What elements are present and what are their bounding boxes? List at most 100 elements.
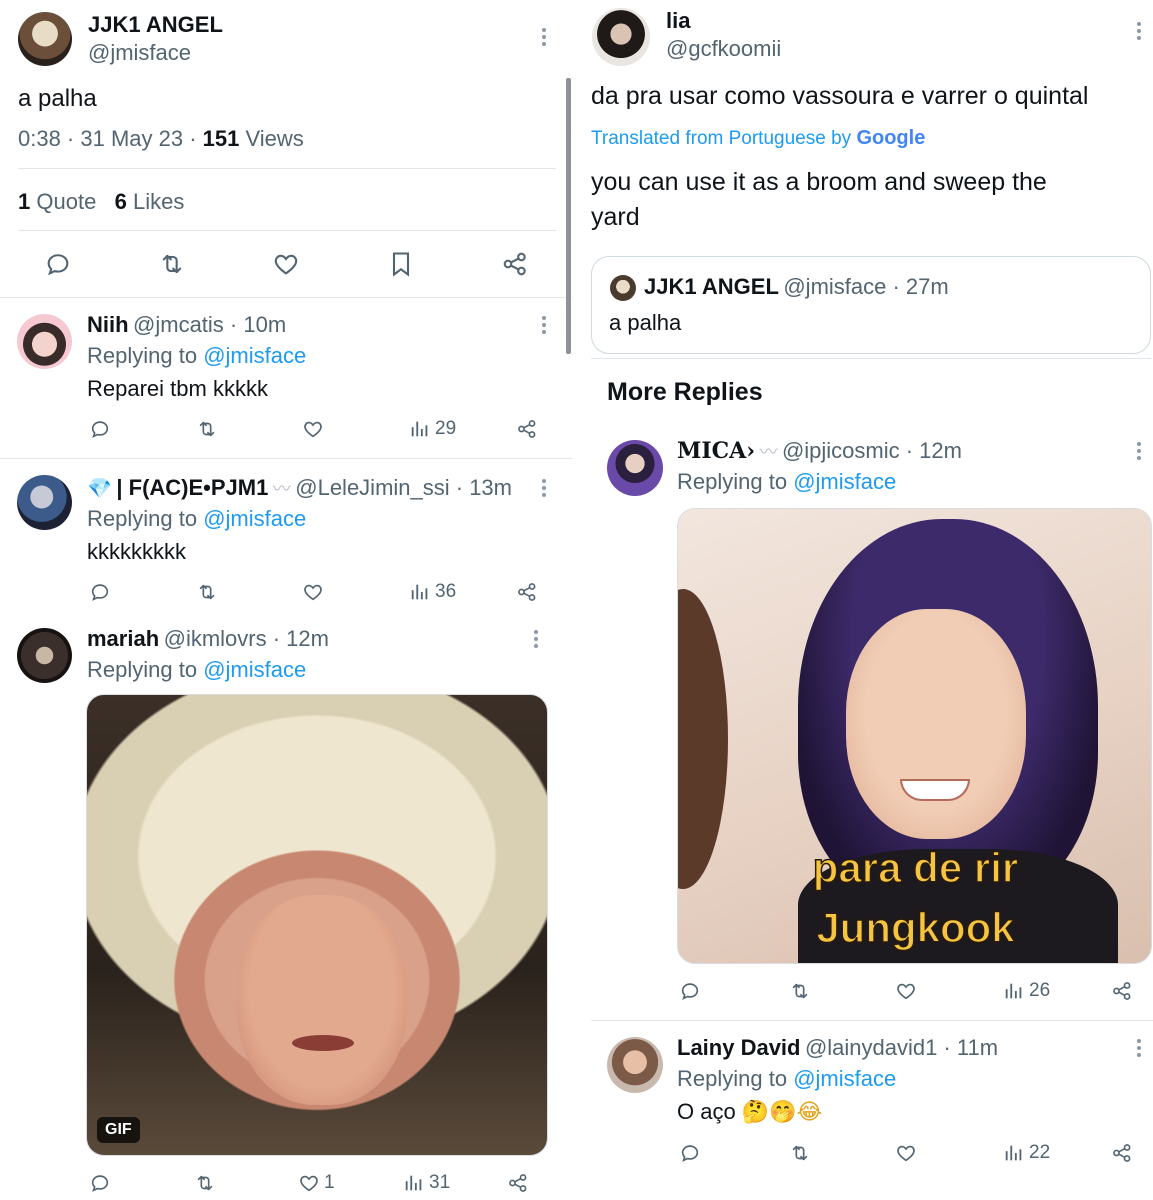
retweet-icon xyxy=(792,983,808,999)
share-button[interactable] xyxy=(501,250,529,278)
retweet-button[interactable] xyxy=(789,1142,811,1164)
replying-to-link[interactable]: @jmisface xyxy=(203,506,306,531)
share-icon xyxy=(1113,1144,1131,1162)
author-handle[interactable]: @jmcatis · 10m xyxy=(133,312,286,337)
retweet-button[interactable] xyxy=(196,581,218,603)
reply-button[interactable] xyxy=(679,980,701,1002)
author-handle[interactable]: @LeleJimin_ssi · 13m xyxy=(295,475,512,500)
reply-button[interactable] xyxy=(89,418,111,440)
face-shape xyxy=(237,895,407,1105)
author-name[interactable]: JJK1 ANGEL xyxy=(88,12,223,38)
author-handle[interactable]: @gcfkoomii xyxy=(666,36,781,62)
quoted-author-handle: @jmisface · 27m xyxy=(783,274,949,299)
more-options-icon[interactable] xyxy=(540,479,548,500)
author-handle[interactable]: @ipjicosmic · 12m xyxy=(782,438,962,463)
replying-to-link[interactable]: @jmisface xyxy=(793,1066,896,1091)
like-button[interactable] xyxy=(895,1142,917,1164)
retweet-button[interactable] xyxy=(196,418,218,440)
heart-icon xyxy=(897,983,915,1000)
like-button[interactable] xyxy=(302,418,324,440)
quoted-tweet[interactable]: JJK1 ANGEL @jmisface · 27m a palha xyxy=(591,256,1151,354)
author-handle[interactable]: @jmisface xyxy=(88,40,191,66)
views-button[interactable]: 29 xyxy=(409,418,456,440)
retweet-button[interactable] xyxy=(789,980,811,1002)
reply-icon xyxy=(681,983,699,1000)
views-count: 31 xyxy=(429,1172,451,1193)
reply-header: Lainy David @lainydavid1 · 11m xyxy=(677,1035,998,1061)
emoji-group: 🤔🤭😂 xyxy=(741,1100,823,1125)
share-button[interactable] xyxy=(516,418,538,440)
divider xyxy=(591,358,1151,359)
author-name[interactable]: MICA› xyxy=(677,438,755,464)
share-icon xyxy=(1113,982,1131,1000)
retweet-button[interactable] xyxy=(194,1172,216,1194)
heart-icon xyxy=(304,421,322,438)
views-button[interactable]: 36 xyxy=(409,581,456,603)
retweet-button[interactable] xyxy=(158,250,186,278)
tweet-timestamp[interactable]: 0:38 · 31 May 23 · xyxy=(18,126,203,151)
views-button[interactable]: 31 xyxy=(403,1172,450,1194)
views-label: Views xyxy=(239,126,304,151)
views-icon xyxy=(411,584,428,600)
more-options-icon[interactable] xyxy=(1135,22,1143,43)
reply-button[interactable] xyxy=(89,581,111,603)
views-button[interactable]: 22 xyxy=(1003,1142,1050,1164)
like-button[interactable] xyxy=(895,980,917,1002)
avatar[interactable] xyxy=(17,475,72,530)
views-count: 36 xyxy=(435,581,457,602)
share-button[interactable] xyxy=(507,1172,529,1194)
more-options-icon[interactable] xyxy=(532,630,540,651)
more-options-icon[interactable] xyxy=(540,28,548,49)
replying-to: Replying to @jmisface xyxy=(87,343,307,368)
replying-to-link[interactable]: @jmisface xyxy=(793,469,896,494)
reply-header: 💎 | F(AC)E•PJM1 〰 @LeleJimin_ssi · 13m xyxy=(87,475,512,501)
author-name[interactable]: Niih xyxy=(87,312,129,337)
reply-button[interactable] xyxy=(89,1172,111,1194)
like-button[interactable] xyxy=(272,250,300,278)
more-options-icon[interactable] xyxy=(1135,442,1143,463)
avatar[interactable] xyxy=(592,8,650,66)
author-handle[interactable]: @ikmlovrs · 12m xyxy=(164,626,329,651)
share-button[interactable] xyxy=(1111,1142,1133,1164)
google-logo: Google xyxy=(856,127,926,149)
reply-button[interactable] xyxy=(44,250,72,278)
scrollbar[interactable] xyxy=(566,78,571,354)
replying-to-link[interactable]: @jmisface xyxy=(203,657,306,682)
share-icon xyxy=(503,252,526,276)
share-button[interactable] xyxy=(1111,980,1133,1002)
author-handle[interactable]: @lainydavid1 · 11m xyxy=(805,1035,998,1060)
reply-icon xyxy=(91,1175,109,1192)
author-name[interactable]: | F(AC)E•PJM1 xyxy=(116,475,268,500)
like-button[interactable]: 1 xyxy=(298,1172,335,1194)
replying-to-link[interactable]: @jmisface xyxy=(203,343,306,368)
gif-media[interactable]: GIF xyxy=(86,694,548,1156)
more-options-icon[interactable] xyxy=(540,316,548,337)
reply-header: Niih @jmcatis · 10m xyxy=(87,312,286,338)
avatar[interactable] xyxy=(607,1037,663,1093)
retweet-icon xyxy=(197,1175,213,1191)
bookmark-button[interactable] xyxy=(387,250,415,278)
share-button[interactable] xyxy=(516,581,538,603)
image-media[interactable]: para de rir Jungkook xyxy=(677,508,1152,964)
avatar[interactable] xyxy=(607,440,663,496)
like-button[interactable] xyxy=(302,581,324,603)
views-button[interactable]: 26 xyxy=(1003,980,1050,1002)
quotes-stat[interactable]: 1 Quote xyxy=(18,189,96,214)
likes-stat[interactable]: 6 Likes xyxy=(115,189,185,214)
quoted-text: a palha xyxy=(609,310,682,335)
author-name[interactable]: Lainy David xyxy=(677,1035,800,1060)
divider xyxy=(0,458,572,459)
avatar[interactable] xyxy=(17,628,72,683)
gif-badge: GIF xyxy=(97,1117,140,1143)
author-name[interactable]: lia xyxy=(666,8,690,34)
author-name[interactable]: mariah xyxy=(87,626,159,651)
avatar[interactable] xyxy=(17,314,72,369)
translated-text-line2: yard xyxy=(591,203,640,231)
share-icon xyxy=(518,583,536,601)
translation-attribution[interactable]: Translated from Portuguese by Google xyxy=(591,127,925,150)
reply-button[interactable] xyxy=(679,1142,701,1164)
more-options-icon[interactable] xyxy=(1135,1039,1143,1060)
reply-text: O aço 🤔🤭😂 xyxy=(677,1099,823,1125)
divider xyxy=(18,230,556,231)
avatar[interactable] xyxy=(18,12,72,66)
